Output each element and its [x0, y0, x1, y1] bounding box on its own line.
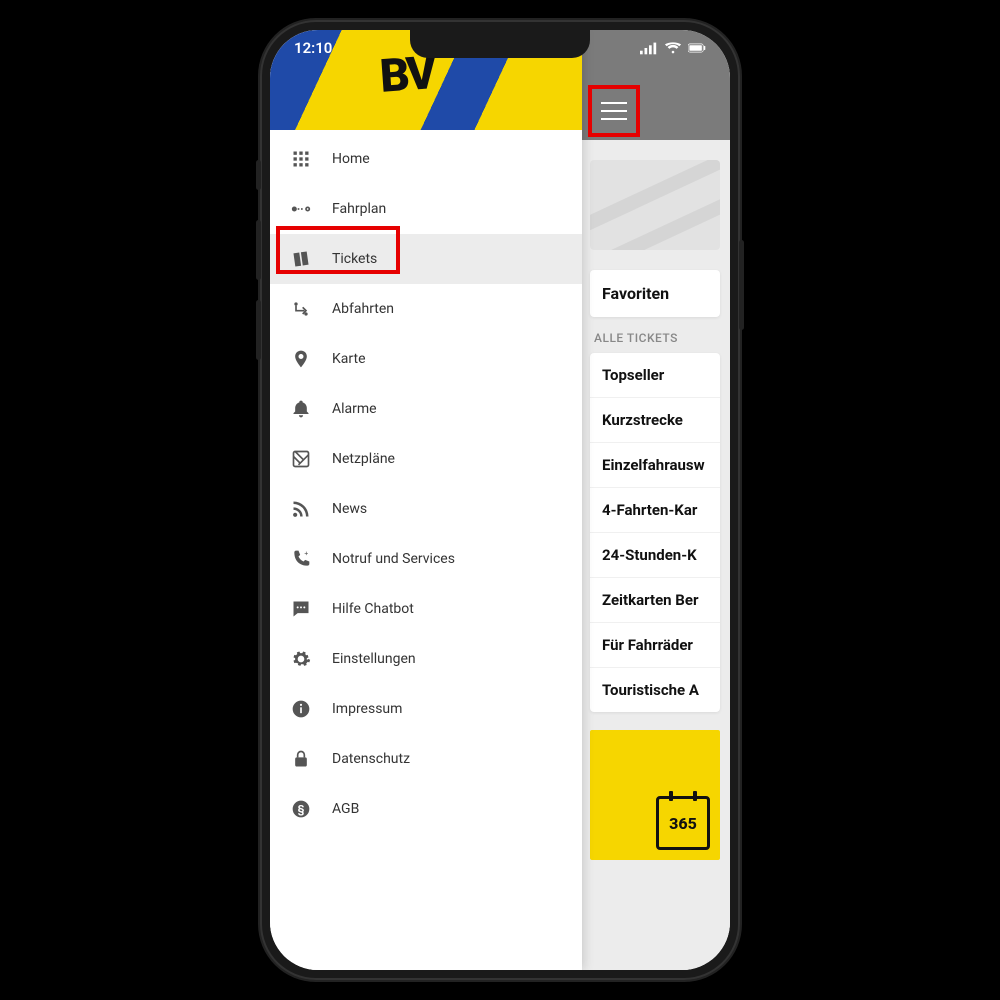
phone-screen: 12:10 Favoriten ALLE TICKETS Topseller: [270, 30, 730, 970]
calendar-365-icon: 365: [656, 796, 710, 850]
list-item[interactable]: Einzelfahrausw: [590, 443, 720, 488]
sidebar-item-label: Datenschutz: [332, 751, 410, 767]
sidebar-item-label: Abfahrten: [332, 301, 394, 317]
navigation-drawer: Home Fahrplan Tickets Abfahrten Karte: [270, 30, 582, 970]
notch: [410, 30, 590, 58]
list-item[interactable]: 24-Stunden-K: [590, 533, 720, 578]
lock-icon: [290, 748, 312, 770]
sidebar-item-label: Fahrplan: [332, 201, 386, 217]
pin-icon: [290, 348, 312, 370]
promo-banner[interactable]: 365: [590, 730, 720, 860]
battery-icon: [688, 41, 706, 55]
svg-text:§: §: [298, 803, 305, 816]
sidebar-item-netzplaene[interactable]: Netzpläne: [270, 434, 582, 484]
sidebar-item-abfahrten[interactable]: Abfahrten: [270, 284, 582, 334]
ticket-list: Topseller Kurzstrecke Einzelfahrausw 4-F…: [590, 353, 720, 712]
sidebar-item-label: Impressum: [332, 701, 402, 717]
sidebar-item-einstellungen[interactable]: Einstellungen: [270, 634, 582, 684]
list-item[interactable]: Für Fahrräder: [590, 623, 720, 668]
tickets-page: Favoriten ALLE TICKETS Topseller Kurzstr…: [580, 140, 730, 970]
sidebar-item-label: Einstellungen: [332, 651, 416, 667]
grid-icon: [290, 148, 312, 170]
sidebar-item-alarme[interactable]: Alarme: [270, 384, 582, 434]
sidebar-item-label: Alarme: [332, 401, 377, 417]
phone-icon: +: [290, 548, 312, 570]
section-label-all-tickets: ALLE TICKETS: [594, 331, 716, 345]
depart-icon: [290, 298, 312, 320]
phone-frame: 12:10 Favoriten ALLE TICKETS Topseller: [260, 20, 740, 980]
status-time: 12:10: [294, 39, 332, 57]
list-item[interactable]: Kurzstrecke: [590, 398, 720, 443]
list-item[interactable]: Zeitkarten Ber: [590, 578, 720, 623]
sidebar-item-label: Notruf und Services: [332, 551, 455, 567]
sidebar-item-impressum[interactable]: Impressum: [270, 684, 582, 734]
svg-text:+: +: [304, 550, 308, 558]
list-item[interactable]: Topseller: [590, 353, 720, 398]
sidebar-item-tickets[interactable]: Tickets: [270, 234, 582, 284]
sidebar-item-chatbot[interactable]: Hilfe Chatbot: [270, 584, 582, 634]
route-icon: [290, 198, 312, 220]
sidebar-item-notruf[interactable]: + Notruf und Services: [270, 534, 582, 584]
sidebar-item-label: Tickets: [332, 251, 377, 267]
list-item[interactable]: Touristische A: [590, 668, 720, 712]
sidebar-item-datenschutz[interactable]: Datenschutz: [270, 734, 582, 784]
list-item[interactable]: 4-Fahrten-Kar: [590, 488, 720, 533]
sidebar-item-label: AGB: [332, 801, 359, 817]
hamburger-icon[interactable]: [601, 102, 627, 120]
highlight-hamburger: [588, 85, 640, 137]
sidebar-item-home[interactable]: Home: [270, 134, 582, 184]
ticket-placeholder: [590, 160, 720, 250]
sidebar-item-label: Hilfe Chatbot: [332, 601, 414, 617]
sidebar-item-fahrplan[interactable]: Fahrplan: [270, 184, 582, 234]
section-icon: §: [290, 798, 312, 820]
gear-icon: [290, 648, 312, 670]
sidebar-item-label: Karte: [332, 351, 366, 367]
nav-list: Home Fahrplan Tickets Abfahrten Karte: [270, 130, 582, 970]
sidebar-item-label: News: [332, 501, 367, 517]
signal-icon: [640, 41, 658, 55]
sidebar-item-news[interactable]: News: [270, 484, 582, 534]
map-icon: [290, 448, 312, 470]
info-icon: [290, 698, 312, 720]
sidebar-item-karte[interactable]: Karte: [270, 334, 582, 384]
sidebar-item-label: Netzpläne: [332, 451, 395, 467]
wifi-icon: [664, 41, 682, 55]
rss-icon: [290, 498, 312, 520]
chat-icon: [290, 598, 312, 620]
sidebar-item-agb[interactable]: § AGB: [270, 784, 582, 834]
bell-icon: [290, 398, 312, 420]
favorites-card[interactable]: Favoriten: [590, 270, 720, 317]
sidebar-item-label: Home: [332, 151, 370, 167]
status-indicators: [640, 41, 706, 55]
ticket-icon: [290, 248, 312, 270]
